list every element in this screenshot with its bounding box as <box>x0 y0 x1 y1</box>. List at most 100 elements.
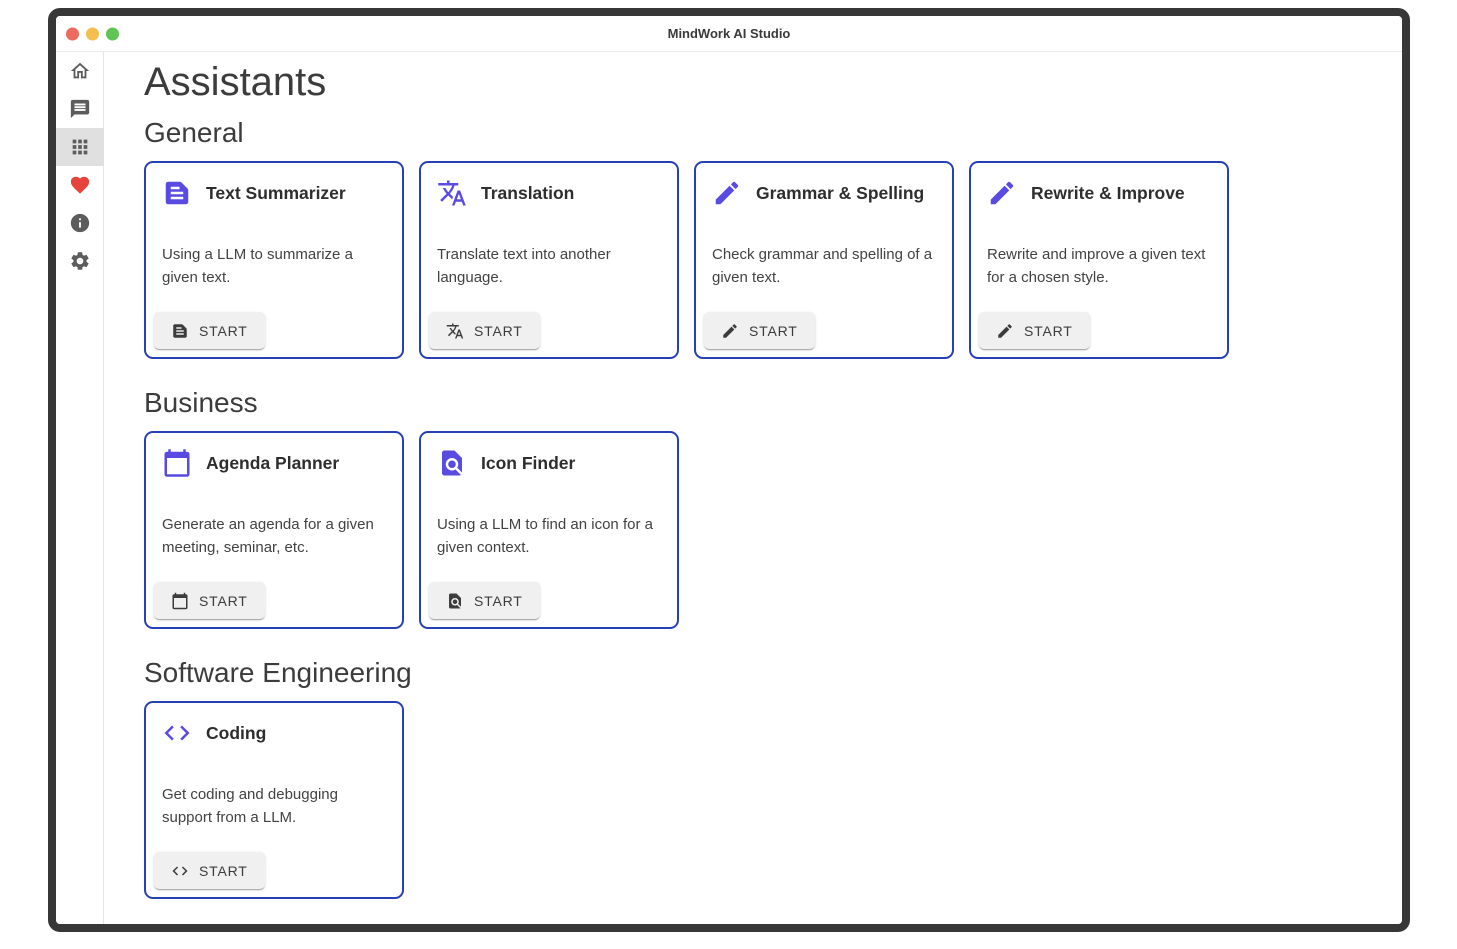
assistant-card: Rewrite & Improve Rewrite and improve a … <box>969 161 1229 359</box>
start-button-icon <box>171 322 189 340</box>
card-header: Text Summarizer <box>146 163 402 208</box>
card-row: Agenda Planner Generate an agenda for a … <box>144 431 1402 629</box>
card-title: Text Summarizer <box>206 183 346 204</box>
card-description: Translate text into another language. <box>421 208 677 289</box>
text-snippet-icon <box>162 178 192 208</box>
assistant-card: Icon Finder Using a LLM to find an icon … <box>419 431 679 629</box>
assistant-card: Coding Get coding and debugging support … <box>144 701 404 899</box>
assistant-section: Business Agenda Planner Generate an agen… <box>144 386 1402 629</box>
home-icon <box>69 60 91 82</box>
sidebar-item-settings[interactable] <box>56 242 104 280</box>
start-button-label: START <box>199 323 248 339</box>
start-button-icon <box>171 592 189 610</box>
card-actions: START <box>696 304 952 357</box>
calendar-icon <box>162 448 192 478</box>
card-description: Rewrite and improve a given text for a c… <box>971 208 1227 289</box>
start-button-label: START <box>1024 323 1073 339</box>
main-content: Assistants General Text Summarizer Using… <box>104 52 1402 924</box>
chat-icon <box>69 98 91 120</box>
assistant-section: General Text Summarizer Using a LLM to s… <box>144 116 1402 359</box>
pencil-icon <box>987 178 1017 208</box>
start-button[interactable]: START <box>704 312 815 349</box>
card-icon <box>162 178 192 208</box>
card-row: Coding Get coding and debugging support … <box>144 701 1402 899</box>
pencil-icon <box>721 322 739 340</box>
card-row: Text Summarizer Using a LLM to summarize… <box>144 161 1402 359</box>
card-description: Using a LLM to summarize a given text. <box>146 208 402 289</box>
find-in-page-icon <box>437 448 467 478</box>
sidebar-item-chats[interactable] <box>56 90 104 128</box>
sidebar-item-favorites[interactable] <box>56 166 104 204</box>
card-header: Rewrite & Improve <box>971 163 1227 208</box>
card-description: Using a LLM to find an icon for a given … <box>421 478 677 559</box>
window-titlebar: MindWork AI Studio <box>56 16 1402 52</box>
card-description: Get coding and debugging support from a … <box>146 748 402 829</box>
card-actions: START <box>421 574 677 627</box>
page-title: Assistants <box>144 58 1402 106</box>
find-in-page-icon <box>446 592 464 610</box>
info-icon <box>69 212 91 234</box>
assistant-card: Agenda Planner Generate an agenda for a … <box>144 431 404 629</box>
start-button[interactable]: START <box>429 312 540 349</box>
start-button[interactable]: START <box>979 312 1090 349</box>
start-button[interactable]: START <box>154 582 265 619</box>
card-icon <box>712 178 742 208</box>
start-button[interactable]: START <box>154 852 265 889</box>
window-body: Assistants General Text Summarizer Using… <box>56 52 1402 924</box>
start-button-icon <box>446 322 464 340</box>
text-snippet-icon <box>171 322 189 340</box>
sidebar-item-about[interactable] <box>56 204 104 242</box>
card-title: Agenda Planner <box>206 453 339 474</box>
sections-container: General Text Summarizer Using a LLM to s… <box>144 116 1402 899</box>
close-window-button[interactable] <box>66 27 79 40</box>
card-header: Translation <box>421 163 677 208</box>
card-actions: START <box>971 304 1227 357</box>
card-description: Check grammar and spelling of a given te… <box>696 208 952 289</box>
code-icon <box>162 718 192 748</box>
card-actions: START <box>421 304 677 357</box>
card-actions: START <box>146 844 402 897</box>
apps-icon <box>69 136 91 158</box>
pencil-icon <box>712 178 742 208</box>
traffic-lights <box>66 27 119 40</box>
start-button[interactable]: START <box>154 312 265 349</box>
card-icon <box>162 718 192 748</box>
start-button[interactable]: START <box>429 582 540 619</box>
start-button-label: START <box>199 593 248 609</box>
app-window: MindWork AI Studio Assistants General Te… <box>48 8 1410 932</box>
card-icon <box>162 448 192 478</box>
card-header: Grammar & Spelling <box>696 163 952 208</box>
card-header: Icon Finder <box>421 433 677 478</box>
translate-icon <box>437 178 467 208</box>
card-title: Translation <box>481 183 574 204</box>
pencil-icon <box>996 322 1014 340</box>
card-icon <box>987 178 1017 208</box>
start-button-icon <box>171 862 189 880</box>
card-title: Icon Finder <box>481 453 575 474</box>
card-title: Rewrite & Improve <box>1031 183 1185 204</box>
sidebar <box>56 52 104 924</box>
card-icon <box>437 448 467 478</box>
card-title: Coding <box>206 723 266 744</box>
card-actions: START <box>146 574 402 627</box>
start-button-label: START <box>474 323 523 339</box>
minimize-window-button[interactable] <box>86 27 99 40</box>
desktop-background: MindWork AI Studio Assistants General Te… <box>0 0 1457 949</box>
zoom-window-button[interactable] <box>106 27 119 40</box>
sidebar-item-assistants[interactable] <box>56 128 104 166</box>
section-heading: General <box>144 116 1402 150</box>
heart-icon <box>69 174 91 196</box>
window-title: MindWork AI Studio <box>668 26 791 41</box>
card-icon <box>437 178 467 208</box>
sidebar-item-home[interactable] <box>56 52 104 90</box>
start-button-icon <box>446 592 464 610</box>
assistant-card: Text Summarizer Using a LLM to summarize… <box>144 161 404 359</box>
start-button-icon <box>996 322 1014 340</box>
section-heading: Business <box>144 386 1402 420</box>
assistant-card: Translation Translate text into another … <box>419 161 679 359</box>
gear-icon <box>69 250 91 272</box>
start-button-icon <box>721 322 739 340</box>
section-heading: Software Engineering <box>144 656 1402 690</box>
calendar-icon <box>171 592 189 610</box>
card-actions: START <box>146 304 402 357</box>
